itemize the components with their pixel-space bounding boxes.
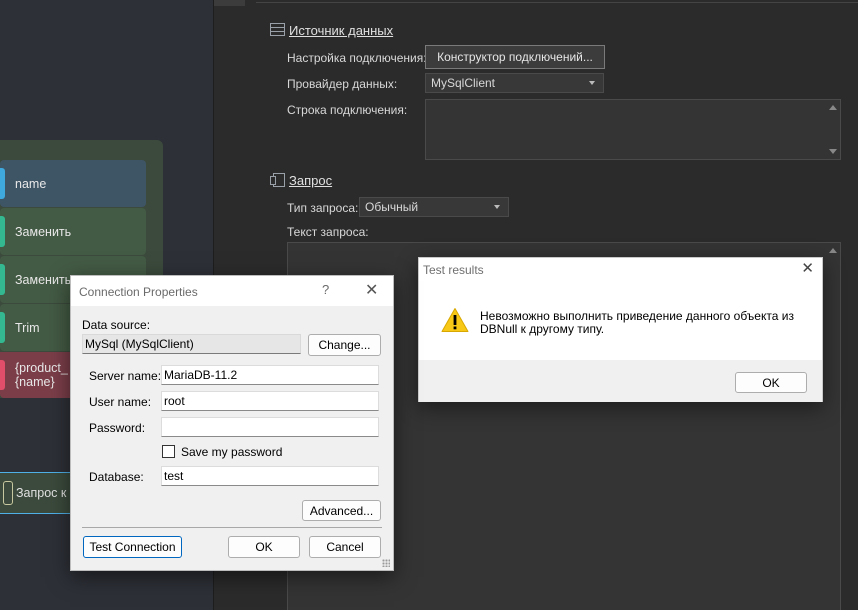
dialog-footer: OK [419, 360, 822, 402]
node-color-bar [0, 216, 5, 247]
chevron-down-icon [589, 81, 595, 85]
scroll-up-icon[interactable] [829, 105, 837, 110]
query-type-select[interactable]: Обычный [359, 197, 509, 217]
node-label: name [15, 176, 47, 191]
dialog-title: Connection Properties [79, 285, 198, 299]
password-input[interactable] [161, 417, 379, 437]
password-label: Password: [89, 421, 146, 435]
node-replace-1[interactable]: Заменить [0, 208, 146, 255]
server-name-input[interactable]: MariaDB-11.2 [161, 365, 379, 385]
query-icon [270, 173, 285, 187]
advanced-button[interactable]: Advanced... [302, 500, 381, 521]
dialog-title: Test results [423, 263, 484, 277]
scroll-up-icon[interactable] [829, 248, 837, 253]
warning-icon [441, 308, 469, 332]
node-label-line-1: {product_ [15, 361, 68, 375]
connection-builder-button[interactable]: Конструктор подключений... [425, 45, 605, 69]
close-icon[interactable]: ✕ [801, 261, 814, 277]
node-color-bar [0, 360, 5, 390]
database-input[interactable]: test [161, 466, 379, 486]
data-source-section-title[interactable]: Источник данных [289, 23, 393, 38]
database-label: Database: [89, 470, 144, 484]
conn-string-label: Строка подключения: [287, 103, 408, 117]
scrollbar[interactable] [826, 100, 840, 159]
save-password-checkbox[interactable] [162, 445, 175, 458]
node-color-bar [0, 312, 5, 343]
cancel-button[interactable]: Cancel [309, 536, 381, 558]
error-message: Невозможно выполнить приведение данного … [480, 309, 794, 336]
query-type-label: Тип запроса: [287, 201, 359, 215]
user-name-input[interactable]: root [161, 391, 379, 411]
test-results-dialog: Test results ✕ Невозможно выполнить прив… [418, 257, 823, 402]
provider-select-value: MySqlClient [431, 76, 496, 90]
query-type-select-value: Обычный [365, 200, 419, 214]
change-button[interactable]: Change... [308, 334, 381, 356]
data-source-label: Data source: [82, 318, 151, 332]
provider-label: Провайдер данных: [287, 77, 398, 91]
save-password-label[interactable]: Save my password [181, 445, 282, 459]
data-source-value: MySql (MySqlClient) [82, 334, 301, 354]
ok-button[interactable]: OK [228, 536, 300, 558]
panel-tab-strip [256, 0, 858, 3]
connection-string-textarea[interactable] [425, 99, 841, 160]
test-connection-button[interactable]: Test Connection [83, 536, 182, 558]
table-icon [270, 23, 285, 36]
server-name-label: Server name: [89, 369, 162, 383]
node-label: Trim [15, 320, 40, 335]
chevron-down-icon [494, 205, 500, 209]
query-text-label: Текст запроса: [287, 225, 369, 239]
scrollbar[interactable] [826, 243, 840, 610]
node-label-line-2: {name} [15, 375, 55, 389]
node-color-bar [0, 168, 5, 199]
dialog-titlebar[interactable]: Connection Properties ? ✕ [71, 276, 393, 306]
ok-button[interactable]: OK [735, 372, 807, 393]
query-section-title[interactable]: Запрос [289, 173, 332, 188]
help-icon[interactable]: ? [322, 282, 329, 297]
conn-setup-label: Настройка подключения: [287, 51, 427, 65]
close-icon[interactable]: ✕ [365, 280, 378, 300]
query-node-icon [3, 481, 13, 505]
node-label: {product_ {name} [15, 361, 68, 389]
user-name-label: User name: [89, 395, 152, 409]
node-label: Заменить [15, 272, 72, 287]
scroll-down-icon[interactable] [829, 149, 837, 154]
resize-grip-icon[interactable] [382, 559, 390, 567]
dialog-separator [82, 527, 382, 528]
dialog-body: Невозможно выполнить приведение данного … [419, 282, 822, 360]
node-label: Заменить [15, 224, 72, 239]
provider-select[interactable]: MySqlClient [425, 73, 604, 93]
connection-properties-dialog: Connection Properties ? ✕ Data source: M… [70, 275, 394, 571]
panel-tab[interactable] [214, 0, 245, 6]
query-node[interactable]: Запрос к С [0, 472, 80, 514]
node-field-name[interactable]: name [0, 160, 146, 207]
node-color-bar [0, 264, 5, 295]
